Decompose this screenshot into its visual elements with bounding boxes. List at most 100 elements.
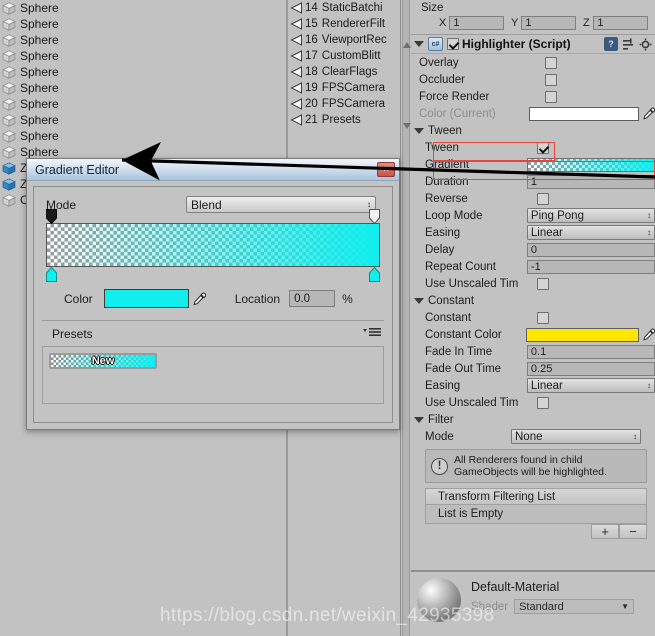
size-z-field[interactable]: 1: [593, 16, 648, 30]
scene-list-item[interactable]: 19 FPSCamera: [288, 80, 400, 96]
property-text-field[interactable]: 0: [526, 242, 655, 257]
property-checkbox[interactable]: [537, 311, 549, 324]
filter-section-header[interactable]: Filter: [411, 411, 655, 428]
close-icon[interactable]: ×: [377, 162, 395, 177]
presets-area[interactable]: New: [42, 346, 384, 404]
material-preview-panel[interactable]: Default-Material Shader Standard ▼: [411, 570, 655, 636]
property-row: Gradient: [411, 156, 655, 173]
color-key-end[interactable]: [369, 266, 380, 282]
hierarchy-item-label: Sphere: [20, 33, 59, 47]
scene-list-item[interactable]: 17 CustomBlitt: [288, 48, 400, 64]
hierarchy-item[interactable]: Sphere: [0, 0, 286, 16]
gradient-editor-window[interactable]: Gradient Editor × Mode Blend ↕ Color Loc…: [26, 158, 400, 430]
alpha-key-end[interactable]: [369, 209, 380, 225]
size-y-field[interactable]: 1: [521, 16, 576, 30]
add-item-button[interactable]: +: [591, 524, 619, 539]
size-x-field[interactable]: 1: [449, 16, 504, 30]
scene-list-item[interactable]: 16 ViewportRec: [288, 32, 400, 48]
filter-foldout-icon[interactable]: [414, 416, 424, 423]
chevron-updown-icon: ↕: [647, 380, 651, 390]
property-text-field[interactable]: 1: [526, 174, 655, 189]
scene-list-item[interactable]: 18 ClearFlags: [288, 64, 400, 80]
scene-list-item[interactable]: 21 Presets: [288, 112, 400, 128]
eyedropper-icon[interactable]: [642, 107, 655, 121]
preset-icon[interactable]: [622, 38, 635, 51]
hierarchy-item[interactable]: Sphere: [0, 64, 286, 80]
component-foldout-icon[interactable]: [414, 41, 424, 47]
hierarchy-item[interactable]: Sphere: [0, 48, 286, 64]
scene-list-item-label: FPSCamera: [321, 82, 386, 94]
property-color-swatch[interactable]: [525, 327, 639, 342]
scene-icon: [290, 50, 303, 62]
chevron-updown-icon: ↕: [647, 210, 651, 220]
filter-mode-label: Mode: [425, 430, 454, 443]
gear-icon[interactable]: [639, 38, 652, 51]
scene-list-item[interactable]: 15 RendererFilt: [288, 16, 400, 32]
size-z-label: Z: [583, 17, 590, 29]
eyedropper-icon[interactable]: [642, 328, 655, 342]
gradient-editor-titlebar[interactable]: Gradient Editor ×: [27, 159, 399, 181]
gradient-strip-wrapper: [46, 209, 380, 282]
property-gradient-swatch[interactable]: [527, 157, 655, 172]
scene-list-item-index: 19: [305, 82, 318, 94]
scroll-up-arrow-icon[interactable]: [403, 42, 411, 48]
property-checkbox[interactable]: [537, 277, 549, 290]
property-checkbox[interactable]: [537, 192, 549, 205]
gradient-location-field[interactable]: 0.0: [289, 290, 336, 307]
highlighter-component-header[interactable]: c# Highlighter (Script) ?: [411, 34, 655, 54]
property-color-swatch[interactable]: [528, 106, 639, 121]
property-popup[interactable]: Ping Pong ↕: [526, 208, 655, 223]
color-key-start[interactable]: [46, 266, 57, 282]
eyedropper-icon[interactable]: [192, 292, 206, 306]
scene-list-scrollbar[interactable]: [402, 0, 411, 636]
help-icon[interactable]: ?: [604, 37, 618, 51]
scene-icon: [290, 34, 303, 46]
gradient-strip[interactable]: [46, 223, 380, 267]
hierarchy-item[interactable]: Sphere: [0, 128, 286, 144]
property-checkbox[interactable]: [537, 141, 549, 154]
transform-filtering-list-header[interactable]: Transform Filtering List: [425, 488, 647, 505]
scene-list-item-index: 17: [305, 50, 318, 62]
constant-section-header[interactable]: Constant: [411, 292, 655, 309]
property-label: Tween: [425, 141, 459, 154]
cube-icon: [2, 65, 16, 79]
hierarchy-item[interactable]: Sphere: [0, 80, 286, 96]
constant-foldout-icon[interactable]: [414, 297, 424, 304]
alpha-key-start[interactable]: [46, 209, 57, 225]
tween-section-header[interactable]: Tween: [411, 122, 655, 139]
scene-icon: [290, 98, 303, 110]
hierarchy-item[interactable]: Sphere: [0, 16, 286, 32]
preset-item-new[interactable]: New: [49, 353, 157, 369]
cube-icon: [2, 97, 16, 111]
hierarchy-item[interactable]: Sphere: [0, 32, 286, 48]
filter-help-text: All Renderers found in child GameObjects…: [454, 454, 607, 478]
chevron-updown-icon: ↕: [647, 227, 651, 237]
property-checkbox[interactable]: [545, 73, 557, 86]
filter-mode-popup[interactable]: None ↕: [511, 429, 641, 444]
property-text-field[interactable]: 0.1: [526, 344, 655, 359]
hierarchy-item[interactable]: Sphere: [0, 112, 286, 128]
hamburger-menu-icon[interactable]: [362, 326, 382, 341]
property-text-field[interactable]: -1: [526, 259, 655, 274]
property-checkbox[interactable]: [545, 90, 557, 103]
shader-popup[interactable]: Standard ▼: [514, 599, 635, 614]
hierarchy-item-label: Sphere: [20, 49, 59, 63]
inspector-panel[interactable]: Size X 1 Y 1 Z 1 c# Highlighter (Script)…: [411, 0, 655, 636]
hierarchy-item[interactable]: Sphere: [0, 96, 286, 112]
scroll-down-arrow-icon[interactable]: [403, 123, 411, 129]
gradient-mode-popup[interactable]: Blend ↕: [186, 196, 376, 213]
remove-item-button[interactable]: −: [619, 524, 647, 539]
scene-list-item[interactable]: 20 FPSCamera: [288, 96, 400, 112]
property-checkbox[interactable]: [537, 396, 549, 409]
cube-icon: [2, 145, 16, 159]
component-enabled-checkbox[interactable]: [447, 38, 459, 50]
filter-mode-value: None: [515, 430, 543, 443]
gradient-color-swatch[interactable]: [103, 289, 189, 308]
property-checkbox[interactable]: [545, 56, 557, 69]
cube-icon: [2, 1, 16, 15]
property-popup[interactable]: Linear ↕: [526, 225, 655, 240]
scene-list-item[interactable]: 14 StaticBatchi: [288, 0, 400, 16]
property-popup[interactable]: Linear ↕: [526, 378, 655, 393]
property-text-field[interactable]: 0.25: [526, 361, 655, 376]
tween-foldout-icon[interactable]: [414, 127, 424, 134]
